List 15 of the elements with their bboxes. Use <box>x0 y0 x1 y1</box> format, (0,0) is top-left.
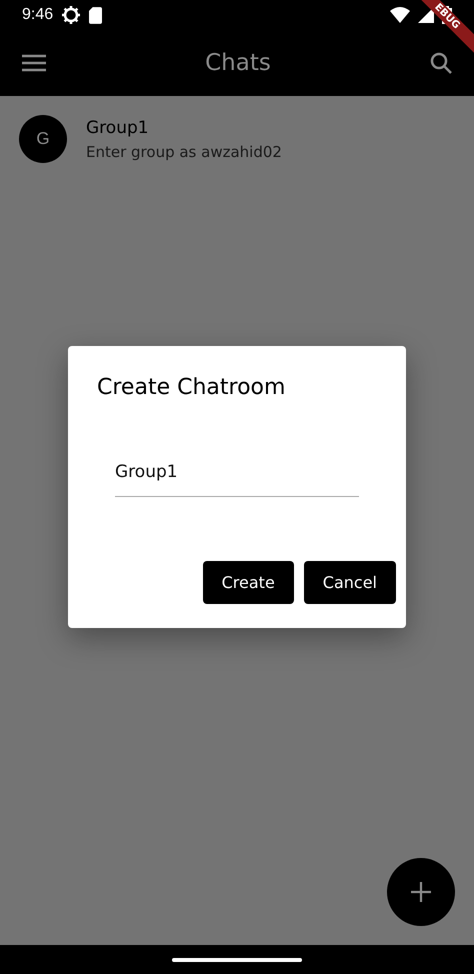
chat-subtitle: Enter group as awzahid02 <box>86 142 282 160</box>
status-time: 9:46 <box>22 6 54 24</box>
wifi-icon <box>390 7 410 23</box>
search-icon[interactable] <box>430 52 452 74</box>
home-handle[interactable] <box>172 958 302 962</box>
sd-card-icon <box>89 6 102 24</box>
dialog-button[interactable]: Create <box>202 561 294 604</box>
plus-icon <box>411 882 431 902</box>
dialog-title: Create Chatroom <box>97 375 286 400</box>
app-bar-title: Chats <box>204 50 272 76</box>
avatar: G <box>19 115 67 163</box>
menu-icon[interactable] <box>22 54 46 72</box>
dialog-button[interactable]: Cancel <box>304 561 396 604</box>
chat-name[interactable]: Group1 <box>86 118 282 138</box>
gear-icon <box>61 5 82 25</box>
